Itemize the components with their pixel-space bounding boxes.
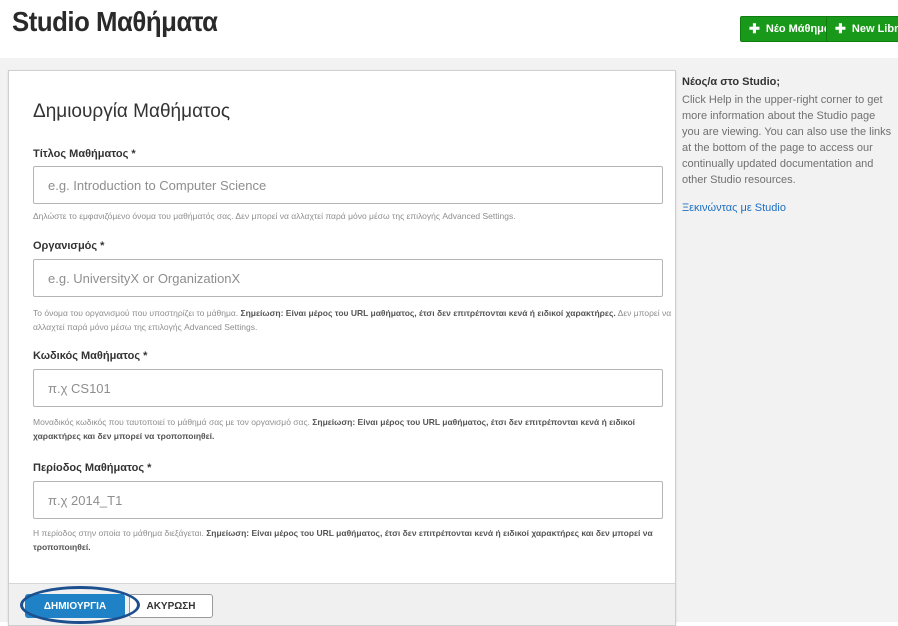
organization-help-note: Σημείωση: Είναι μέρος του URL μαθήματος,… [240, 308, 616, 318]
course-title-label: Τίτλος Μαθήματος * [33, 148, 136, 160]
create-course-form: Δημιουργία Μαθήματος Τίτλος Μαθήματος * … [8, 70, 676, 626]
sidebar-title: Νέος/α στο Studio; [682, 76, 781, 88]
course-code-help: Μοναδικός κωδικός που ταυτοποιεί το μάθη… [33, 415, 673, 443]
new-course-label: Νέο Μάθημα [765, 23, 831, 35]
course-code-help-text: Μοναδικός κωδικός που ταυτοποιεί το μάθη… [33, 417, 313, 427]
plus-icon: ✚ [749, 21, 760, 36]
getting-started-link[interactable]: Ξεκινώντας με Studio [682, 202, 896, 214]
course-code-label: Κωδικός Μαθήματος * [33, 350, 148, 362]
course-run-help: Η περίοδος στην οποία το μάθημα διεξάγετ… [33, 526, 673, 554]
course-code-input[interactable] [33, 369, 663, 407]
new-library-button[interactable]: ✚ New Library [826, 16, 898, 42]
organization-help-text: Το όνομα του οργανισμού που υποστηρίζει … [33, 308, 241, 318]
course-run-help-text: Η περίοδος στην οποία το μάθημα διεξάγετ… [33, 528, 207, 538]
new-library-label: New Library [851, 23, 898, 35]
course-title-help: Δηλώστε το εμφανιζόμενο όνομα του μαθήμα… [33, 209, 673, 223]
form-title: Δημιουργία Μαθήματος [33, 101, 231, 122]
organization-label: Οργανισμός * [33, 240, 105, 252]
highlight-ring [20, 586, 140, 624]
course-title-help-text: Δηλώστε το εμφανιζόμενο όνομα του μαθήμα… [33, 211, 516, 221]
course-run-label: Περίοδος Μαθήματος * [33, 462, 152, 474]
course-run-input[interactable] [33, 481, 663, 519]
sidebar-text: Click Help in the upper-right corner to … [682, 94, 892, 186]
organization-input[interactable] [33, 259, 663, 297]
organization-help: Το όνομα του οργανισμού που υποστηρίζει … [33, 306, 673, 334]
page-title: Studio Μαθήματα [12, 6, 218, 37]
new-course-button[interactable]: ✚ Νέο Μάθημα [740, 16, 840, 42]
cancel-button[interactable]: ΑΚΥΡΩΣΗ [129, 594, 213, 618]
plus-icon: ✚ [835, 21, 846, 36]
course-title-input[interactable] [33, 166, 663, 204]
page-header: Studio Μαθήματα ✚ Νέο Μάθημα ✚ New Libra… [0, 0, 898, 58]
help-sidebar: Νέος/α στο Studio; Click Help in the upp… [682, 76, 896, 214]
form-actions: ΔΗΜΙΟΥΡΓΙΑ ΑΚΥΡΩΣΗ [9, 583, 675, 625]
